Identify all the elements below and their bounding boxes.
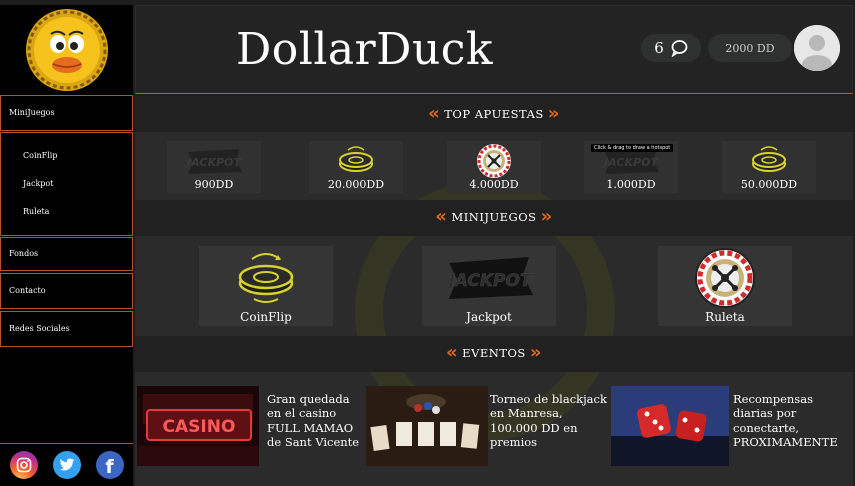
game-name: CoinFlip [240,310,292,324]
top-bet-value: 4.000DD [469,178,519,191]
playing-cards-image [366,386,488,466]
svg-text:JACKPOT: JACKPOT [185,156,242,169]
top-bet-value: 900DD [194,178,234,191]
social-links: f [0,443,133,486]
avatar[interactable] [794,25,840,71]
section-title-eventos: « EVENTOS » [135,344,853,362]
roulette-icon [695,248,755,308]
instagram-icon[interactable] [9,451,38,479]
roulette-icon [477,144,511,178]
chevron-left-icon: « [446,342,459,363]
hotspot-tooltip: Click & drag to draw a hotspot [591,144,674,152]
event-text: Torneo de blackjack en Manresa, 100.000 … [490,392,607,450]
casino-sign-image: CASINO [137,386,259,466]
event-card[interactable]: Torneo de blackjack en Manresa, 100.000 … [366,386,608,466]
sidebar-item-minijuegos[interactable]: MiniJuegos [0,95,133,131]
jackpot-icon: JACKPOT [445,257,533,299]
user-avatar-icon [794,25,840,71]
coinflip-icon [752,146,786,172]
dice-image [611,386,729,466]
event-card[interactable]: Recompensas diarias por conectarte, PROX… [611,386,849,466]
top-bet-card[interactable]: 4.000DD [447,141,541,193]
event-card[interactable]: CASINO Gran quedada en el casino FULL MA… [137,386,363,466]
twitter-icon[interactable] [52,451,81,479]
sidebar-subitem-coinflip[interactable]: CoinFlip [23,151,57,160]
logo[interactable] [0,5,133,95]
message-count: 6 [654,39,664,57]
section-title-text: TOP APUESTAS [444,107,544,121]
game-card-coinflip[interactable]: CoinFlip [199,246,333,326]
sidebar-submenu: CoinFlip Jackpot Ruleta [0,132,133,236]
sidebar-subitem-ruleta[interactable]: Ruleta [23,207,49,216]
game-card-ruleta[interactable]: Ruleta [658,246,792,326]
svg-text:JACKPOT: JACKPOT [445,271,533,291]
top-bet-value: 20.000DD [327,178,385,191]
coinflip-icon [238,253,294,303]
top-bet-card[interactable]: 50.000DD [722,141,816,193]
section-title-minijuegos: « MINIJUEGOS » [135,208,853,226]
section-title-top-apuestas: « TOP APUESTAS » [135,105,853,123]
sidebar-item-label: Redes Sociales [9,324,70,333]
jackpot-icon: JACKPOT [185,149,242,174]
sidebar-item-redes-sociales[interactable]: Redes Sociales [0,311,133,347]
coinflip-icon [339,146,373,172]
chevron-right-icon: » [529,342,542,363]
chevron-left-icon: « [435,206,448,227]
sidebar-subitem-jackpot[interactable]: Jackpot [23,179,53,188]
top-bet-value: 1.000DD [606,178,656,191]
event-text: Gran quedada en el casino FULL MAMAO de … [267,392,360,450]
chevron-left-icon: « [428,103,441,124]
game-name: Ruleta [705,310,745,324]
balance-badge[interactable]: 2000 DD [708,34,792,62]
duck-logo-icon [25,9,108,91]
sidebar: MiniJuegos CoinFlip Jackpot Ruleta Fondo… [0,5,133,486]
facebook-icon[interactable]: f [95,451,124,479]
sidebar-item-fondos[interactable]: Fondos [0,237,133,271]
messages-button[interactable]: 6 [641,34,701,62]
header: DollarDuck 6 2000 DD [135,5,853,94]
section-title-text: EVENTOS [462,346,526,360]
brand-title: DollarDuck [236,24,494,75]
chevron-right-icon: » [540,206,553,227]
top-bet-card[interactable]: JACKPOT 900DD [167,141,261,193]
chevron-right-icon: » [547,103,560,124]
event-text: Recompensas diarias por conectarte, PROX… [733,392,838,450]
game-card-jackpot[interactable]: JACKPOT Jackpot [422,246,556,326]
svg-text:CASINO: CASINO [163,417,236,437]
sidebar-item-label: Contacto [9,286,46,295]
sidebar-item-label: Fondos [9,249,39,258]
game-name: Jackpot [466,310,512,324]
main-content: « TOP APUESTAS » JACKPOT 900DD 20.000DD … [135,96,853,486]
sidebar-item-label: MiniJuegos [9,108,55,117]
top-bet-value: 50.000DD [740,178,798,191]
sidebar-item-contacto[interactable]: Contacto [0,273,133,309]
section-title-text: MINIJUEGOS [451,210,537,224]
chat-bubble-icon [671,40,688,57]
svg-text:JACKPOT: JACKPOT [602,156,659,169]
top-bet-card[interactable]: 20.000DD [309,141,403,193]
